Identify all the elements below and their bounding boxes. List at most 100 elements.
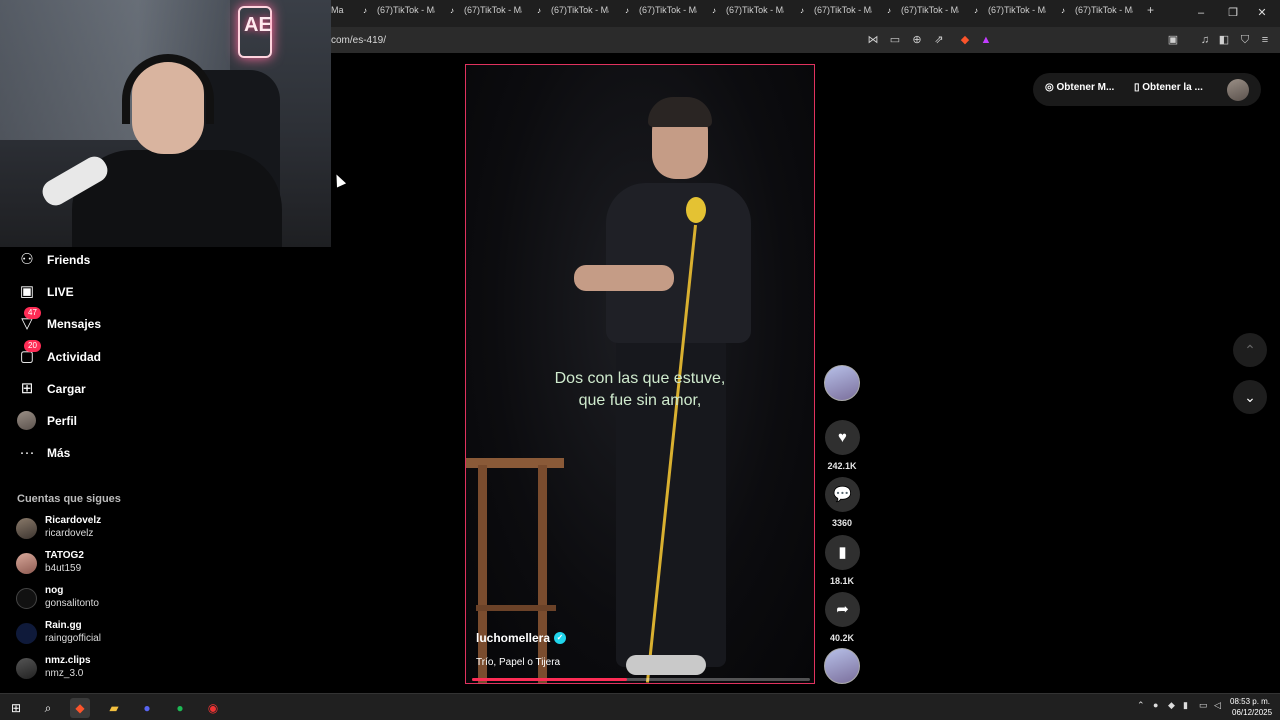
following-account[interactable]: Ricardovelz ricardovelz: [16, 513, 156, 543]
clock-time[interactable]: 08:53 p. m.: [1230, 697, 1270, 706]
avatar: [16, 623, 37, 644]
browser-tab[interactable]: ♪ (67)TikTok - Ma: [800, 5, 872, 22]
following-account[interactable]: nog gonsalitonto: [16, 583, 156, 613]
file-explorer-icon[interactable]: ▰: [104, 698, 124, 718]
chevron-up-icon: ⌃: [1244, 342, 1256, 358]
friends-icon: ⚇: [20, 251, 34, 268]
comedian-arm: [574, 265, 674, 291]
share-icon[interactable]: ⇗: [931, 32, 947, 48]
volume-icon[interactable]: ◁: [1214, 700, 1221, 711]
like-button[interactable]: ♥: [825, 420, 860, 455]
following-account[interactable]: nmz.clips nmz_3.0: [16, 653, 156, 683]
brave-browser-icon[interactable]: ◆: [70, 698, 90, 718]
split-view-icon[interactable]: ◧: [1216, 32, 1232, 48]
tiktok-icon: ♪: [974, 6, 978, 15]
following-account[interactable]: TATOG2 b4ut159: [16, 548, 156, 578]
messages-icon: ▽ 47: [17, 307, 41, 334]
browser-tab[interactable]: ♪ (67)TikTok - Ma: [712, 5, 784, 22]
next-video-button[interactable]: ⌄: [1233, 380, 1267, 414]
browser-tab[interactable]: ♪ (67)TikTok - Ma: [363, 5, 435, 22]
chevron-up-icon[interactable]: ⌃: [1137, 700, 1145, 711]
browser-tab[interactable]: ♪ (67)TikTok - Ma: [1061, 5, 1133, 22]
get-app-button[interactable]: ▯ Obtener la ...: [1134, 82, 1203, 93]
video-subtitle: Dos con las que estuve, que fue sin amor…: [554, 370, 726, 409]
comedian-hair: [648, 97, 712, 127]
get-coins-button[interactable]: ◎ Obtener M...: [1045, 82, 1114, 93]
cast-icon[interactable]: ▭: [887, 32, 903, 48]
stool-leg: [538, 465, 547, 683]
verified-icon: ✓: [554, 632, 567, 644]
new-tab-button[interactable]: +: [1147, 3, 1161, 20]
browser-tab[interactable]: ♪ (67)TikTok - Ma: [625, 5, 697, 22]
video-author[interactable]: luchomellera ✓: [476, 631, 567, 645]
spotify-icon[interactable]: ●: [170, 698, 190, 718]
browser-tab[interactable]: ♪ (67)TikTok - Ma: [450, 5, 522, 22]
search-icon[interactable]: ⌕: [38, 698, 58, 718]
sidebar-item-live[interactable]: ▣ LIVE: [17, 281, 74, 303]
clock-date[interactable]: 06/12/2025: [1232, 708, 1272, 717]
browser-tab[interactable]: ♪ (67)TikTok - Ma: [887, 5, 959, 22]
maximize-button[interactable]: ❐: [1223, 4, 1243, 22]
share-arrow-icon: ➦: [836, 601, 849, 618]
windows-taskbar: ⊞ ⌕ ◆ ▰ ● ● ◉ ⌃ ● ◆ ▮ ▭ ◁ 08:53 p. m. 06…: [0, 693, 1280, 720]
sidebar-item-upload[interactable]: ⊞ Cargar: [17, 378, 86, 400]
tracking-icon[interactable]: ⋈: [865, 32, 881, 48]
tiktok-icon: ♪: [363, 6, 367, 15]
share-button[interactable]: ➦: [825, 592, 860, 627]
tiktok-icon: ♪: [800, 6, 804, 15]
browser-tab[interactable]: Ma: [331, 5, 349, 22]
sidebar-item-friends[interactable]: ⚇ Friends: [17, 249, 90, 271]
browser-tab[interactable]: ♪ (67)TikTok - Ma: [974, 5, 1046, 22]
network-icon[interactable]: ▭: [1199, 700, 1208, 711]
neon-sign-text: AE: [244, 14, 272, 36]
tiktok-icon: ♪: [625, 6, 629, 15]
tiktok-icon: ♪: [712, 6, 716, 15]
tiktok-icon: ♪: [887, 6, 891, 15]
previous-video-button[interactable]: ⌃: [1233, 333, 1267, 367]
obs-icon[interactable]: ◉: [203, 698, 223, 718]
bookmark-icon: ▮: [838, 544, 847, 561]
comment-button[interactable]: 💬: [825, 477, 860, 512]
save-button[interactable]: ▮: [825, 535, 860, 570]
vpn-icon[interactable]: ⛉: [1237, 32, 1253, 48]
url-input[interactable]: com/es-419/: [331, 35, 386, 46]
comment-icon: 💬: [833, 486, 852, 503]
sidebar-item-profile[interactable]: Perfil: [17, 410, 77, 432]
sidebar-item-activity[interactable]: ▢ 20 Actividad: [17, 340, 101, 368]
tray-app-icon[interactable]: ◆: [1168, 700, 1175, 711]
windows-start-icon[interactable]: ⊞: [6, 698, 26, 718]
sidebar-item-more[interactable]: ··· Más: [17, 442, 71, 464]
stool-bar: [476, 605, 556, 611]
browser-tab[interactable]: ♪ (67)TikTok - Ma: [537, 5, 609, 22]
chevron-down-icon: ⌄: [1244, 389, 1256, 405]
close-window-button[interactable]: ✕: [1252, 4, 1272, 22]
address-bar: com/es-419/ ⋈ ▭ ⊕ ⇗ ◆ ▲ ▣ ♫ ◧ ⛉ ≡: [331, 27, 1280, 53]
live-icon: ▣: [19, 283, 35, 300]
browser-tab-bar: Ma ♪ (67)TikTok - Ma ♪ (67)TikTok - Ma ♪ (6…: [331, 0, 1280, 27]
messages-badge: 47: [24, 307, 41, 319]
stool-leg: [478, 465, 487, 683]
creator-avatar[interactable]: [824, 365, 860, 401]
menu-icon[interactable]: ≡: [1257, 32, 1273, 48]
save-count: 18.1K: [829, 576, 855, 586]
user-avatar[interactable]: [1227, 79, 1249, 101]
minimize-button[interactable]: –: [1191, 4, 1211, 22]
coin-icon: ◎: [1045, 82, 1057, 93]
tiktok-icon: ♪: [537, 6, 541, 15]
steam-icon[interactable]: ●: [1153, 700, 1158, 710]
sidebar-item-messages[interactable]: ▽ 47 Mensajes: [17, 307, 101, 335]
video-player[interactable]: Dos con las que estuve, que fue sin amor…: [465, 64, 815, 684]
brave-shield-icon[interactable]: ◆: [957, 32, 973, 48]
zoom-icon[interactable]: ⊕: [909, 32, 925, 48]
discord-icon[interactable]: ●: [137, 698, 157, 718]
music-disc-avatar[interactable]: [824, 648, 860, 684]
webcam-overlay: AE: [0, 0, 331, 247]
rewards-icon[interactable]: ▲: [978, 32, 994, 48]
media-icon[interactable]: ♫: [1197, 32, 1213, 48]
video-progress-bar[interactable]: [472, 678, 810, 681]
mic-icon[interactable]: ▮: [1183, 700, 1188, 711]
like-count: 242.1K: [827, 461, 857, 471]
following-account[interactable]: Rain.gg rainggofficial: [16, 618, 156, 648]
sidebar-toggle-icon[interactable]: ▣: [1165, 32, 1181, 48]
mouse-cursor: [331, 172, 347, 188]
